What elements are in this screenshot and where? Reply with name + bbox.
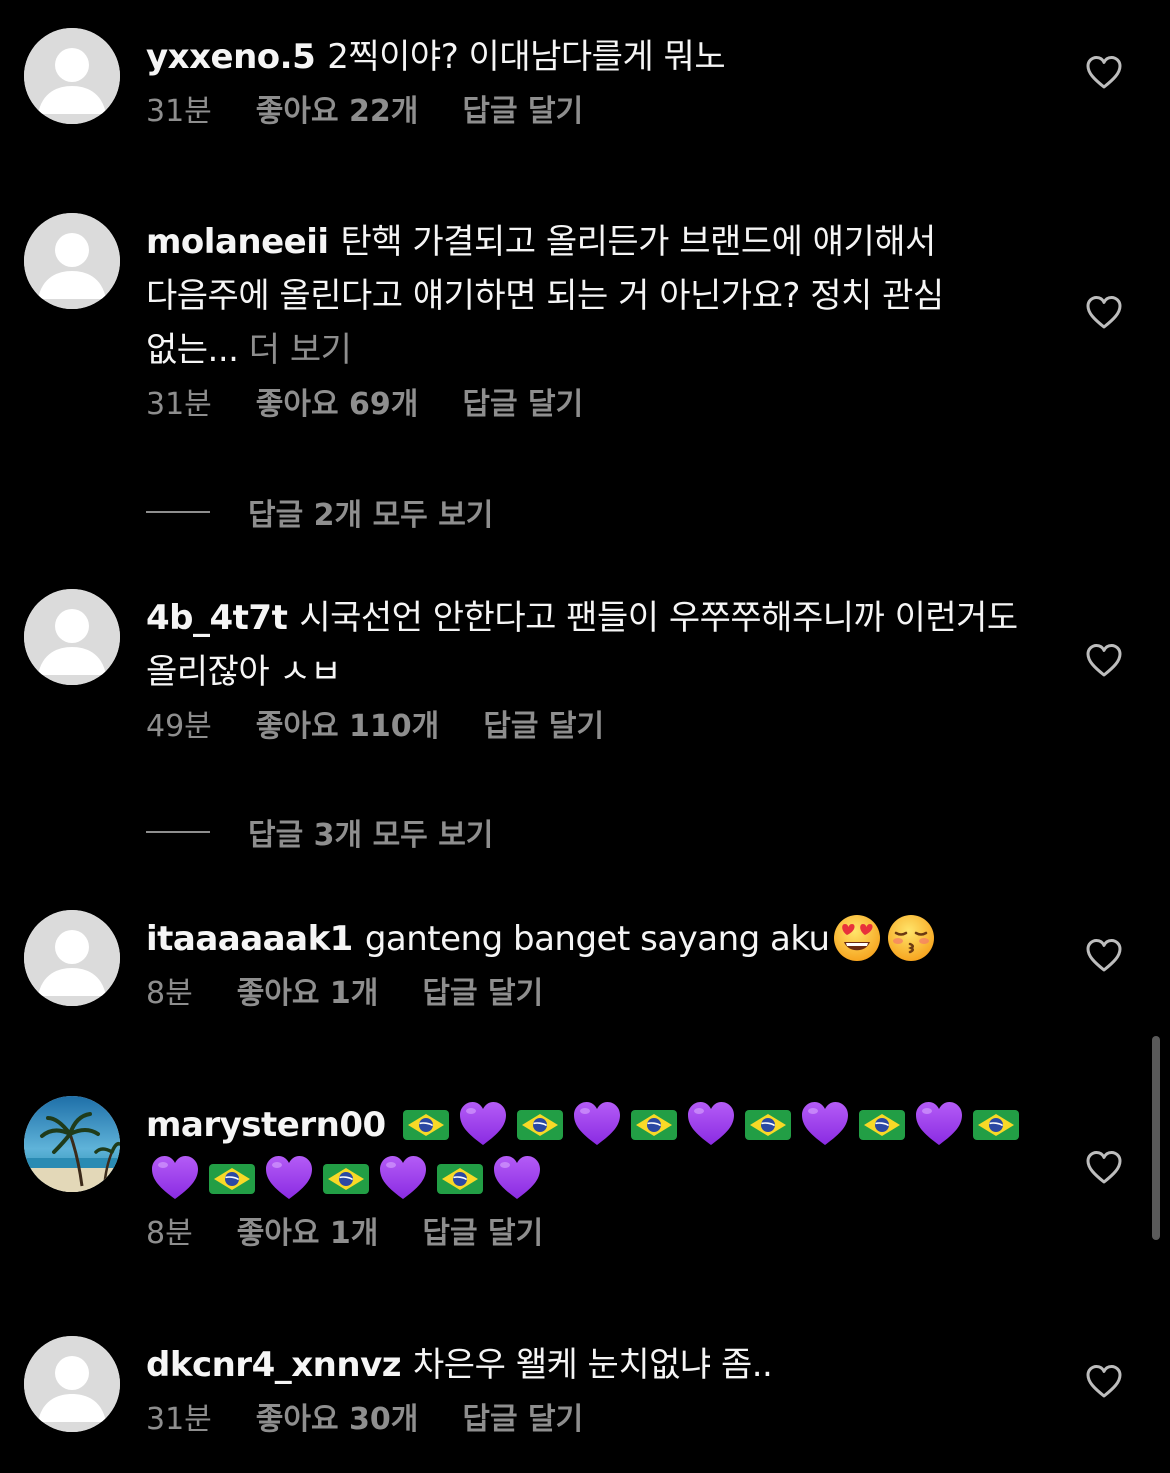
comment-likes[interactable]: 좋아요 1개: [237, 974, 379, 1014]
reply-button[interactable]: 답글 달기: [422, 974, 543, 1014]
brazil-flag-emoji: [322, 1162, 370, 1196]
comment-likes[interactable]: 좋아요 1개: [237, 1214, 379, 1254]
divider-line: [146, 831, 210, 833]
comment-meta: 8분 좋아요 1개 답글 달기: [146, 974, 1026, 1014]
comment-username[interactable]: 4b_4t7t: [146, 598, 288, 638]
comment-body: 4b_4t7t 시국선언 안한다고 팬들이 우쭈쭈해주니까 이런거도 올리잖아 ㅅ…: [146, 591, 1026, 747]
default-avatar-icon[interactable]: [24, 28, 120, 124]
comment-text-line: marystern00: [146, 1098, 1026, 1206]
view-replies-label: 답글 2개 모두 보기: [248, 498, 494, 533]
purple-heart-emoji: [492, 1153, 542, 1203]
comment-username[interactable]: yxxeno.5: [146, 37, 316, 77]
comment-username[interactable]: itaaaaaak1: [146, 919, 353, 959]
comment-username[interactable]: marystern00: [146, 1105, 386, 1145]
purple-heart-emoji: [686, 1099, 736, 1149]
comment-username[interactable]: molaneeii: [146, 222, 329, 262]
comment-time: 8분: [146, 976, 193, 1011]
comment-meta: 8분 좋아요 1개 답글 달기: [146, 1214, 1026, 1254]
heart-icon[interactable]: [1084, 641, 1124, 681]
brazil-flag-emoji: [402, 1108, 450, 1142]
reply-button[interactable]: 답글 달기: [483, 707, 604, 747]
purple-heart-emoji: [150, 1153, 200, 1203]
see-more-link[interactable]: 더 보기: [249, 330, 352, 370]
heart-icon[interactable]: [1084, 1362, 1124, 1402]
purple-heart-emoji: [800, 1099, 850, 1149]
reply-button[interactable]: 답글 달기: [422, 1214, 543, 1254]
comment-username[interactable]: dkcnr4_xnnvz: [146, 1345, 402, 1385]
comment-time: 49분: [146, 709, 212, 744]
comment-text-line: itaaaaaak1 ganteng banget sayang aku: [146, 912, 1026, 966]
purple-heart-emoji: [458, 1099, 508, 1149]
brazil-flag-emoji: [516, 1108, 564, 1142]
comment-likes[interactable]: 좋아요 69개: [256, 385, 419, 425]
comment-body: molaneeii 탄핵 가결되고 올리든가 브랜드에 얘기해서 다음주에 올린다…: [146, 215, 1026, 425]
view-replies-button[interactable]: 답글 2개 모두 보기: [146, 492, 494, 533]
comment-meta: 31분 좋아요 30개 답글 달기: [146, 1400, 1026, 1440]
comment-body: marystern00 8분 좋아요 1개 답글 달기: [146, 1098, 1026, 1254]
comment-meta: 49분 좋아요 110개 답글 달기: [146, 707, 1026, 747]
default-avatar-icon[interactable]: [24, 910, 120, 1006]
heart-icon[interactable]: [1084, 1148, 1124, 1188]
comment-body: dkcnr4_xnnvz 차은우 왤케 눈치없냐 좀.. 31분 좋아요 30개 답글…: [146, 1338, 1026, 1440]
reply-button[interactable]: 답글 달기: [462, 385, 583, 425]
scrollbar[interactable]: [1152, 1036, 1160, 1240]
brazil-flag-emoji: [858, 1108, 906, 1142]
heart-icon[interactable]: [1084, 293, 1124, 333]
comment-likes[interactable]: 좋아요 22개: [256, 92, 419, 132]
comment-time: 31분: [146, 94, 212, 129]
reply-button[interactable]: 답글 달기: [462, 1400, 583, 1440]
purple-heart-emoji: [264, 1153, 314, 1203]
brazil-flag-emoji: [972, 1108, 1020, 1142]
comment-meta: 31분 좋아요 22개 답글 달기: [146, 92, 1026, 132]
beach-palm-avatar[interactable]: [24, 1096, 120, 1192]
comment-text: 차은우 왤케 눈치없냐 좀..: [413, 1345, 773, 1385]
purple-heart-emoji: [378, 1153, 428, 1203]
comment-likes[interactable]: 좋아요 30개: [256, 1400, 419, 1440]
comment-text-line: 4b_4t7t 시국선언 안한다고 팬들이 우쭈쭈해주니까 이런거도 올리잖아 ㅅ…: [146, 591, 1026, 699]
reply-button[interactable]: 답글 달기: [462, 92, 583, 132]
heart-icon[interactable]: [1084, 936, 1124, 976]
comment-time: 8분: [146, 1216, 193, 1251]
brazil-flag-emoji: [208, 1162, 256, 1196]
comment-time: 31분: [146, 387, 212, 422]
default-avatar-icon[interactable]: [24, 1336, 120, 1432]
purple-heart-emoji: [914, 1099, 964, 1149]
divider-line: [146, 511, 210, 513]
comment-meta: 31분 좋아요 69개 답글 달기: [146, 385, 1026, 425]
comment-time: 31분: [146, 1402, 212, 1437]
heart-eyes-emoji: [833, 914, 880, 961]
comment-text: 2찍이야? 이대남다를게 뭐노: [327, 37, 726, 77]
comment-body: yxxeno.5 2찍이야? 이대남다를게 뭐노 31분 좋아요 22개 답글 달기: [146, 30, 1026, 132]
comment-likes[interactable]: 좋아요 110개: [256, 707, 439, 747]
brazil-flag-emoji: [744, 1108, 792, 1142]
brazil-flag-emoji: [436, 1162, 484, 1196]
comment-text-line: dkcnr4_xnnvz 차은우 왤케 눈치없냐 좀..: [146, 1338, 1026, 1392]
purple-heart-emoji: [572, 1099, 622, 1149]
kissing-emoji: [887, 914, 934, 961]
comment-text-line: yxxeno.5 2찍이야? 이대남다를게 뭐노: [146, 30, 1026, 84]
default-avatar-icon[interactable]: [24, 213, 120, 309]
brazil-flag-emoji: [630, 1108, 678, 1142]
view-replies-button[interactable]: 답글 3개 모두 보기: [146, 812, 494, 853]
comment-text: ganteng banget sayang aku: [364, 919, 830, 959]
default-avatar-icon[interactable]: [24, 589, 120, 685]
view-replies-label: 답글 3개 모두 보기: [248, 818, 494, 853]
heart-icon[interactable]: [1084, 53, 1124, 93]
comment-body: itaaaaaak1 ganteng banget sayang aku 8분 좋아…: [146, 912, 1026, 1014]
comment-text-line: molaneeii 탄핵 가결되고 올리든가 브랜드에 얘기해서 다음주에 올린다…: [146, 215, 1026, 377]
